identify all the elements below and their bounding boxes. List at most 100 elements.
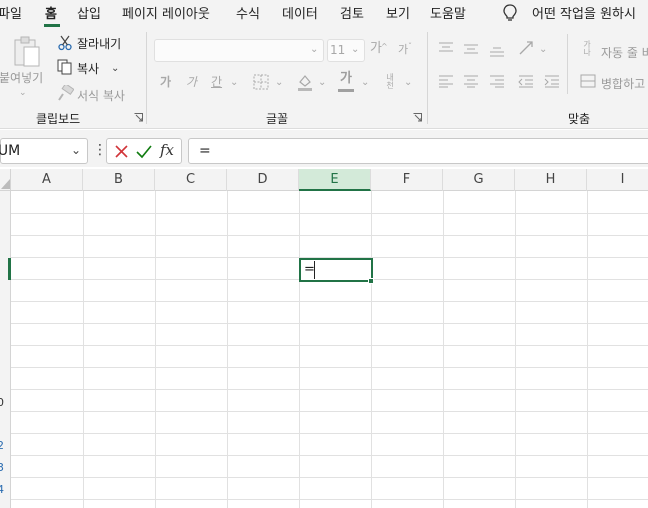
align-right-icon[interactable] [489,74,505,88]
tab-page-layout[interactable]: 페이지 레이아웃 [122,3,210,22]
paste-icon[interactable] [12,36,42,68]
tab-help[interactable]: 도움말 [430,3,466,22]
paste-dropdown-icon[interactable]: ⌄ [19,86,27,100]
column-header-h[interactable]: H [515,169,587,191]
fill-color-icon[interactable] [296,73,314,91]
group-separator [427,32,428,124]
column-header-a[interactable]: A [11,169,83,191]
fill-handle[interactable] [368,278,374,284]
copy-dropdown-icon[interactable]: ⌄ [111,62,119,76]
font-name-combobox[interactable]: ⌄ [154,39,324,62]
shrink-font-caret-icon: ˇ [408,42,412,51]
bottom-align-icon[interactable] [489,43,505,57]
name-box[interactable]: SUM ⌄ [0,138,88,164]
grid-line [11,499,648,500]
font-color-bar [338,89,354,92]
bold-button[interactable]: 가 [160,75,171,89]
align-left-icon[interactable] [438,74,454,88]
formula-input[interactable]: = [188,138,648,164]
align-center-icon[interactable] [463,74,479,88]
column-header-d[interactable]: D [227,169,299,191]
middle-align-icon[interactable] [463,42,479,56]
formula-buttons: fx [106,138,182,164]
tab-view[interactable]: 보기 [386,3,410,22]
column-header-e[interactable]: E [299,169,371,191]
font-color-icon[interactable]: 가 [340,72,352,86]
grid-line [11,433,648,434]
grid-line [11,389,648,390]
format-painter-button[interactable]: 서식 복사 [77,87,125,104]
tab-insert[interactable]: 삽입 [77,3,101,22]
orientation-dropdown-icon[interactable]: ⌄ [539,43,547,57]
font-size-combobox[interactable]: 11 ⌄ [327,39,365,62]
font-size-dropdown-icon[interactable]: ⌄ [351,43,359,57]
shrink-font-icon[interactable]: 가 [398,43,408,57]
column-header-g[interactable]: G [443,169,515,191]
tab-data[interactable]: 데이터 [282,3,318,22]
tab-formulas[interactable]: 수식 [236,3,260,22]
ribbon: 붙여넣기 ⌄ 잘라내기 복사 ⌄ 서식 복사 클립보드 ⌄ 11 ⌄ 가 ^ 가… [0,28,648,129]
merge-center-button[interactable]: 병합하고 [601,75,645,92]
orientation-icon[interactable] [518,40,536,56]
clipboard-launcher-icon[interactable] [134,113,143,122]
row-number[interactable]: 2 [0,439,4,452]
decrease-indent-icon[interactable] [518,74,534,88]
row-number[interactable]: 0 [0,396,4,409]
font-name-dropdown-icon[interactable]: ⌄ [310,43,318,57]
increase-indent-icon[interactable] [544,74,560,88]
phonetic-icon[interactable]: 내천 [383,74,397,90]
tab-file[interactable]: 파일 [0,3,22,22]
tell-me-search[interactable]: 어떤 작업을 원하시 [532,3,636,22]
more-options-icon[interactable]: ⋮ [93,142,107,158]
grid-line [11,477,648,478]
format-painter-icon[interactable] [57,85,74,102]
active-tab-indicator [44,24,60,27]
font-launcher-icon[interactable] [413,113,422,122]
text-caret [314,261,315,279]
copy-button[interactable]: 복사 [77,60,99,77]
underline-dropdown-icon[interactable]: ⌄ [230,76,238,90]
row-number[interactable]: 4 [0,483,4,496]
cancel-icon[interactable] [114,144,129,159]
fill-color-dropdown-icon[interactable]: ⌄ [318,76,326,90]
column-header-i[interactable]: I [587,169,648,191]
wrap-text-icon[interactable]: 가나 [580,41,594,57]
italic-button[interactable]: 가 [186,75,197,89]
column-header-f[interactable]: F [371,169,443,191]
font-color-dropdown-icon[interactable]: ⌄ [361,76,369,90]
row-number[interactable]: 3 [0,461,4,474]
sheet-grid[interactable]: = [11,191,648,508]
merge-center-icon[interactable] [580,74,596,88]
scissors-icon[interactable] [58,35,72,51]
column-header-b[interactable]: B [83,169,155,191]
wrap-text-button[interactable]: 자동 줄 바 [601,44,648,61]
column-header-row: A B C D E F G H I [0,169,648,191]
underline-button[interactable]: 간 [211,75,222,89]
top-align-icon[interactable] [438,41,454,55]
font-size-value: 11 [330,43,346,57]
menu-bar: 파일 홈 삽입 페이지 레이아웃 수식 데이터 검토 보기 도움말 어떤 작업을… [0,0,648,28]
enter-check-icon[interactable] [136,144,152,159]
paste-label[interactable]: 붙여넣기 [0,69,43,86]
formula-row: SUM ⌄ ⋮ fx = [0,130,648,167]
grid-line [11,411,648,412]
select-all-corner[interactable] [0,169,11,191]
borders-dropdown-icon[interactable]: ⌄ [275,76,283,90]
tab-home[interactable]: 홈 [45,3,57,22]
grow-font-caret-icon: ^ [381,42,388,51]
cut-button[interactable]: 잘라내기 [77,35,121,52]
phonetic-dropdown-icon[interactable]: ⌄ [404,76,412,90]
grid-line [11,367,648,368]
tab-review[interactable]: 검토 [340,3,364,22]
name-box-dropdown-icon[interactable]: ⌄ [71,143,81,157]
borders-icon[interactable] [253,74,269,90]
insert-function-button[interactable]: fx [160,141,174,159]
column-header-c[interactable]: C [155,169,227,191]
grid-line [11,455,648,456]
grid-line [11,235,648,236]
lightbulb-icon [503,4,517,21]
active-cell[interactable]: = [299,258,373,282]
grid-line [155,191,156,508]
copy-icon[interactable] [57,59,73,75]
font-group-label: 글꼴 [266,112,289,126]
